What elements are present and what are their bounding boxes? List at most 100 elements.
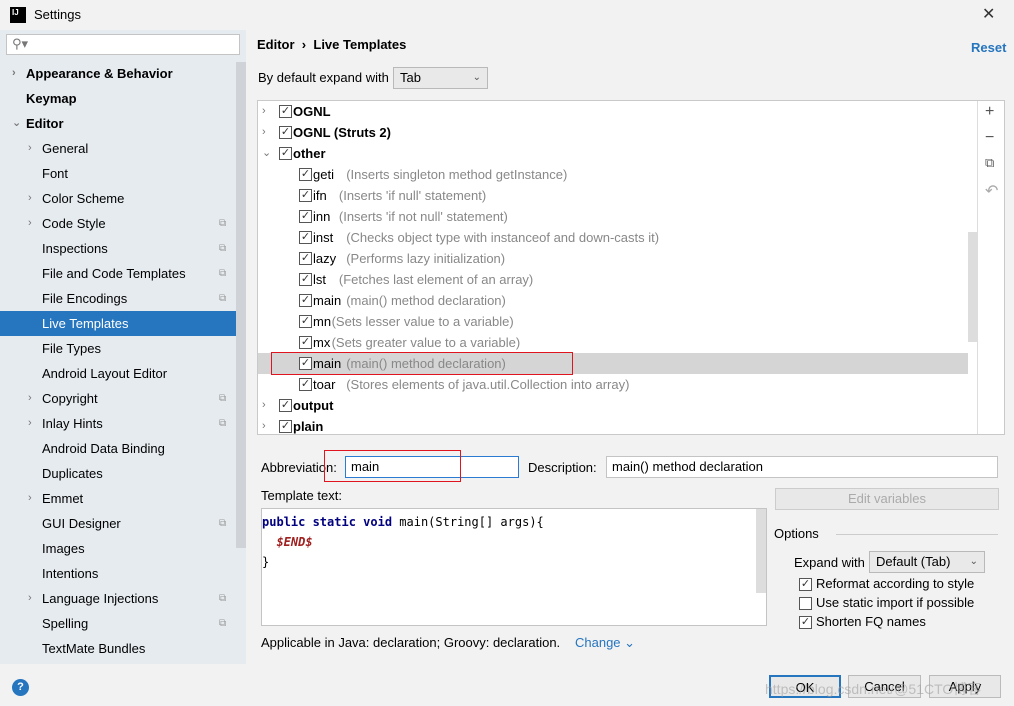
- sidebar-item[interactable]: › Inlay Hints ⧉: [0, 411, 236, 436]
- checkbox[interactable]: [799, 597, 812, 610]
- help-icon[interactable]: ?: [12, 679, 29, 696]
- sidebar-item[interactable]: Font: [0, 161, 236, 186]
- template-row[interactable]: ✓ ifn (Inserts 'if null' statement): [258, 185, 968, 206]
- sidebar-item[interactable]: Live Templates: [0, 311, 246, 336]
- sidebar-item[interactable]: Images: [0, 536, 236, 561]
- template-group-row[interactable]: ⌄ ✓ other: [258, 143, 968, 164]
- sidebar-item[interactable]: › Code Style ⧉: [0, 211, 236, 236]
- enable-checkbox[interactable]: ✓: [279, 420, 292, 433]
- enable-checkbox[interactable]: ✓: [299, 336, 312, 349]
- sidebar-item[interactable]: Inspections ⧉: [0, 236, 236, 261]
- code-close-brace: }: [262, 555, 270, 569]
- copy-icon[interactable]: ⧉: [985, 155, 994, 171]
- checkbox[interactable]: ✓: [799, 616, 812, 629]
- sidebar-item[interactable]: Intentions: [0, 561, 236, 586]
- template-row[interactable]: ✓ lazy (Performs lazy initialization): [258, 248, 968, 269]
- close-icon[interactable]: ✕: [982, 4, 995, 24]
- enable-checkbox[interactable]: ✓: [299, 189, 312, 202]
- sidebar-scrollbar[interactable]: [236, 62, 246, 548]
- expand-with-value: Tab: [400, 70, 421, 85]
- chevron-down-icon[interactable]: ⌄: [12, 111, 21, 136]
- sidebar-item[interactable]: › Language Injections ⧉: [0, 586, 236, 611]
- enable-checkbox[interactable]: ✓: [279, 105, 292, 118]
- remove-icon[interactable]: −: [985, 129, 994, 147]
- template-row[interactable]: ✓ inn (Inserts 'if not null' statement): [258, 206, 968, 227]
- enable-checkbox[interactable]: ✓: [279, 126, 292, 139]
- chevron-right-icon[interactable]: ›: [28, 411, 32, 436]
- chevron-right-icon[interactable]: ›: [262, 395, 266, 416]
- enable-checkbox[interactable]: ✓: [279, 147, 292, 160]
- sidebar-item-label: Android Data Binding: [42, 441, 165, 456]
- sidebar-item[interactable]: File and Code Templates ⧉: [0, 261, 236, 286]
- enable-checkbox[interactable]: ✓: [299, 315, 312, 328]
- chevron-right-icon[interactable]: ›: [28, 211, 32, 236]
- chevron-right-icon[interactable]: ›: [12, 61, 16, 86]
- enable-checkbox[interactable]: ✓: [299, 210, 312, 223]
- sidebar-item-label: Language Injections: [42, 591, 159, 606]
- change-contexts-link[interactable]: Change ⌄: [575, 635, 635, 651]
- sidebar-item[interactable]: GUI Designer ⧉: [0, 511, 236, 536]
- sidebar-item-label: Android Layout Editor: [42, 366, 168, 381]
- sidebar-item[interactable]: Duplicates: [0, 461, 236, 486]
- sidebar-item[interactable]: › Emmet: [0, 486, 236, 511]
- template-row[interactable]: ✓ mn (Sets lesser value to a variable): [258, 311, 968, 332]
- reset-link[interactable]: Reset: [971, 40, 1006, 55]
- chevron-right-icon[interactable]: ›: [28, 386, 32, 411]
- template-row[interactable]: ✓ inst (Checks object type with instanceof…: [258, 227, 968, 248]
- description-input[interactable]: main() method declaration: [606, 456, 998, 478]
- template-name: lst: [313, 272, 326, 287]
- search-input[interactable]: ⚲▾: [6, 34, 240, 55]
- template-description: (Sets lesser value to a variable): [331, 314, 514, 329]
- chevron-right-icon[interactable]: ›: [28, 486, 32, 511]
- sidebar-item[interactable]: File Encodings ⧉: [0, 286, 236, 311]
- chevron-down-icon[interactable]: ⌄: [262, 143, 271, 164]
- template-row[interactable]: ✓ lst (Fetches last element of an array): [258, 269, 968, 290]
- template-group-row[interactable]: › ✓ output: [258, 395, 968, 416]
- add-icon[interactable]: +: [985, 103, 994, 121]
- template-expand-dropdown[interactable]: Default (Tab) ⌄: [869, 551, 985, 573]
- sidebar-item[interactable]: ⌄ Editor: [0, 111, 236, 136]
- template-row[interactable]: ✓ toar (Stores elements of java.util.Colle…: [258, 374, 968, 395]
- chevron-right-icon[interactable]: ›: [28, 186, 32, 211]
- template-row[interactable]: ✓ geti (Inserts singleton method getInstan…: [258, 164, 968, 185]
- enable-checkbox[interactable]: ✓: [299, 231, 312, 244]
- enable-checkbox[interactable]: ✓: [279, 399, 292, 412]
- edit-variables-button[interactable]: Edit variables: [775, 488, 999, 510]
- project-scope-icon: ⧉: [219, 393, 227, 404]
- template-group-row[interactable]: › ✓ OGNL: [258, 101, 968, 122]
- chevron-right-icon[interactable]: ›: [262, 122, 266, 143]
- chevron-right-icon[interactable]: ›: [262, 101, 266, 122]
- template-row[interactable]: ✓ main (main() method declaration): [258, 290, 968, 311]
- template-description: (Checks object type with instanceof and …: [346, 230, 660, 245]
- options-divider: [836, 534, 998, 535]
- sidebar-item[interactable]: File Types: [0, 336, 236, 361]
- enable-checkbox[interactable]: ✓: [299, 168, 312, 181]
- sidebar-item[interactable]: Android Layout Editor: [0, 361, 236, 386]
- sidebar-item[interactable]: TextMate Bundles: [0, 636, 236, 661]
- enable-checkbox[interactable]: ✓: [299, 273, 312, 286]
- template-text-editor[interactable]: public static void main(String[] args){ …: [261, 508, 767, 626]
- template-group-row[interactable]: › ✓ OGNL (Struts 2): [258, 122, 968, 143]
- editor-scrollbar[interactable]: [756, 509, 766, 593]
- template-group-row[interactable]: › ✓ plain: [258, 416, 968, 437]
- sidebar-item[interactable]: › Copyright ⧉: [0, 386, 236, 411]
- sidebar-item[interactable]: › Appearance & Behavior: [0, 61, 236, 86]
- chevron-right-icon[interactable]: ›: [28, 586, 32, 611]
- template-row[interactable]: ✓ mx (Sets greater value to a variable): [258, 332, 968, 353]
- sidebar-item[interactable]: Android Data Binding: [0, 436, 236, 461]
- enable-checkbox[interactable]: ✓: [299, 294, 312, 307]
- sidebar-item-label: Inspections: [42, 241, 108, 256]
- revert-icon[interactable]: ↶: [985, 181, 998, 201]
- checkbox[interactable]: ✓: [799, 578, 812, 591]
- chevron-down-icon: ⌄: [472, 72, 481, 83]
- chevron-right-icon[interactable]: ›: [262, 416, 266, 437]
- tree-scrollbar[interactable]: [968, 232, 977, 342]
- enable-checkbox[interactable]: ✓: [299, 378, 312, 391]
- expand-with-dropdown[interactable]: Tab ⌄: [393, 67, 488, 89]
- sidebar-item[interactable]: Keymap: [0, 86, 236, 111]
- sidebar-item[interactable]: Spelling ⧉: [0, 611, 236, 636]
- chevron-right-icon[interactable]: ›: [28, 136, 32, 161]
- sidebar-item[interactable]: › General: [0, 136, 236, 161]
- sidebar-item[interactable]: › Color Scheme: [0, 186, 236, 211]
- enable-checkbox[interactable]: ✓: [299, 252, 312, 265]
